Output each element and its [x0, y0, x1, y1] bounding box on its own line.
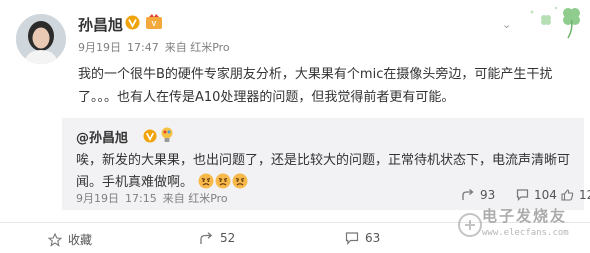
angry-emoji-icon — [198, 173, 214, 189]
like-icon — [561, 189, 574, 201]
repost-block: @孙昌旭 唉，新发的大果果，也出问题了，还是比较大的问题，正常待机状态下，电流声… — [62, 118, 590, 210]
post-source: 来自 红米Pro — [164, 41, 230, 54]
repost-text: 唉，新发的大果果，也出问题了，还是比较大的问题，正常待机状态下，电流声清晰可闻。… — [76, 150, 576, 194]
share-icon — [462, 189, 474, 200]
watermark-brand: 电子发烧友 — [482, 207, 568, 225]
repost-comment-button[interactable]: 104 — [516, 188, 557, 202]
repost-author[interactable]: @孙昌旭 — [76, 127, 128, 146]
bulb-icon[interactable] — [160, 127, 174, 144]
forward-count: 52 — [220, 231, 236, 245]
repost-like-count: 127 — [579, 188, 590, 202]
chevron-down-icon[interactable]: ⌄ — [502, 18, 511, 31]
weibo-post-card: 孙昌旭 V ⌄ 9月19日 17:47 来自 红米Pro 我的一个很牛B的硬件专家朋… — [0, 0, 590, 253]
repost-time[interactable]: 17:15 — [125, 192, 157, 205]
author-name[interactable]: 孙昌旭 — [78, 14, 123, 35]
verified-icon — [125, 15, 140, 30]
favorite-button[interactable]: 收藏 — [48, 231, 92, 248]
verified-icon — [143, 129, 157, 143]
repost-comment-count: 104 — [534, 188, 557, 202]
watermark-url: www.elecfans.com — [482, 228, 569, 238]
svg-text:V: V — [152, 21, 157, 28]
share-icon — [200, 231, 213, 244]
comment-icon — [345, 231, 359, 245]
favorite-label: 收藏 — [68, 233, 93, 247]
repost-text-body: 唉，新发的大果果，也出问题了，还是比较大的问题，正常待机状态下，电流声清晰可闻。… — [76, 153, 571, 190]
clover-decoration — [530, 6, 580, 39]
repost-meta: 9月19日 17:15 来自 红米Pro — [76, 190, 234, 206]
avatar[interactable] — [16, 14, 66, 64]
comment-icon — [516, 189, 529, 201]
repost-date[interactable]: 9月19日 — [76, 192, 119, 205]
comment-button[interactable]: 63 — [345, 231, 380, 245]
post-meta: 9月19日 17:47 来自 红米Pro — [78, 39, 236, 55]
post-time[interactable]: 17:47 — [127, 41, 159, 54]
comment-count: 63 — [365, 231, 381, 245]
star-icon — [48, 232, 62, 247]
repost-source: 来自 红米Pro — [162, 192, 228, 205]
forward-button[interactable]: 52 — [200, 231, 235, 245]
repost-forward-button[interactable]: 93 — [462, 188, 495, 202]
repost-like-button[interactable]: 127 — [561, 188, 590, 202]
post-date[interactable]: 9月19日 — [78, 41, 121, 54]
repost-forward-count: 93 — [480, 188, 496, 202]
level-badge-icon[interactable]: V — [145, 14, 163, 30]
post-text: 我的一个很牛B的硬件专家朋友分析，大果果有个mic在摄像头旁边，可能产生干扰了。… — [78, 67, 553, 105]
angry-emoji-icon — [215, 173, 231, 189]
angry-emoji-icon — [232, 173, 248, 189]
